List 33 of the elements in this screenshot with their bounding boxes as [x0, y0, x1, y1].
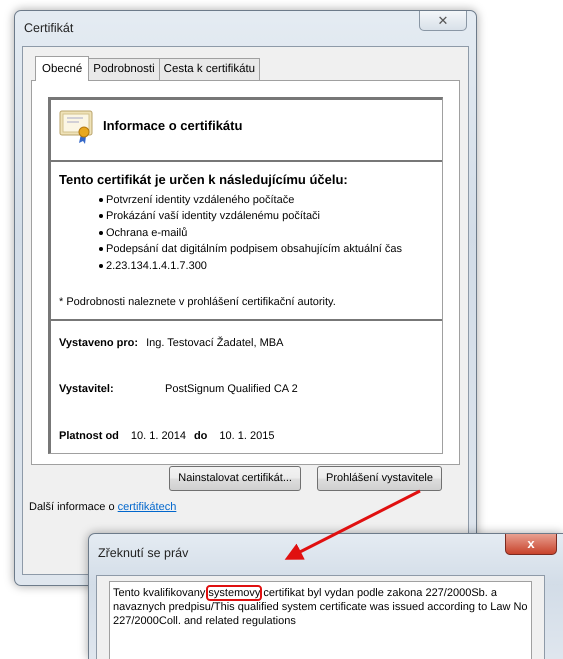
purpose-item: Potvrzení identity vzdáleného počítače	[106, 194, 294, 206]
purpose-item: 2.23.134.1.4.1.7.300	[106, 260, 207, 272]
bullet-icon	[99, 214, 103, 218]
close-button[interactable]: ✕	[419, 11, 467, 31]
dialog-button[interactable]: Nainstalovat certifikát...	[169, 466, 301, 490]
purpose-item: Ochrana e-mailů	[106, 226, 188, 238]
field-label: Platnost od	[59, 428, 119, 444]
more-info-text: Další informace o	[29, 500, 115, 512]
tab[interactable]: Podrobnosti	[88, 58, 160, 80]
purpose-item: Podepsání dat digitálním podpisem obsahujícím aktuální čas	[106, 243, 402, 255]
section-heading: Informace o certifikátu	[103, 117, 242, 136]
bullet-icon	[99, 198, 103, 202]
field-label: do	[194, 428, 208, 444]
field-value: Ing. Testovací Žadatel, MBA	[146, 335, 284, 350]
field-label: Vystavitel:	[59, 382, 115, 397]
tab[interactable]: Obecné	[35, 56, 90, 81]
field-value: PostSignum Qualified CA 2	[165, 382, 298, 397]
field-label: Vystaveno pro:	[59, 336, 138, 350]
purpose-title: Tento certifikát je určen k následujícímu účelu:	[59, 171, 349, 189]
tab[interactable]: Cesta k certifikátu	[158, 58, 260, 80]
dialog-button[interactable]: Prohlášení vystavitele	[317, 466, 442, 490]
purpose-item: Prokázání vaší identity vzdálenému počítači	[106, 210, 320, 222]
bullet-icon	[99, 264, 103, 268]
certificate-icon	[59, 108, 95, 144]
disclaimer-text: Tento kvalifikovany systemovy certifikat byl vydan podle zakona 227/2000Sb. a navaznych predpisu/This qualified system certificate was issued according to Law No 227/2000Coll. and related regulations	[109, 580, 532, 659]
bullet-icon	[99, 247, 103, 252]
field-value: 10. 1. 2014	[130, 428, 186, 444]
certificates-link[interactable]: certifikátech	[118, 500, 176, 512]
field-value: 10. 1. 2015	[219, 428, 274, 444]
window-title: Zřeknutí se práv	[98, 545, 188, 562]
bullet-icon	[99, 230, 103, 235]
note-text: * Podrobnosti naleznete v prohlášení certifikační autority.	[59, 295, 337, 310]
window-title: Certifikát	[24, 20, 74, 37]
